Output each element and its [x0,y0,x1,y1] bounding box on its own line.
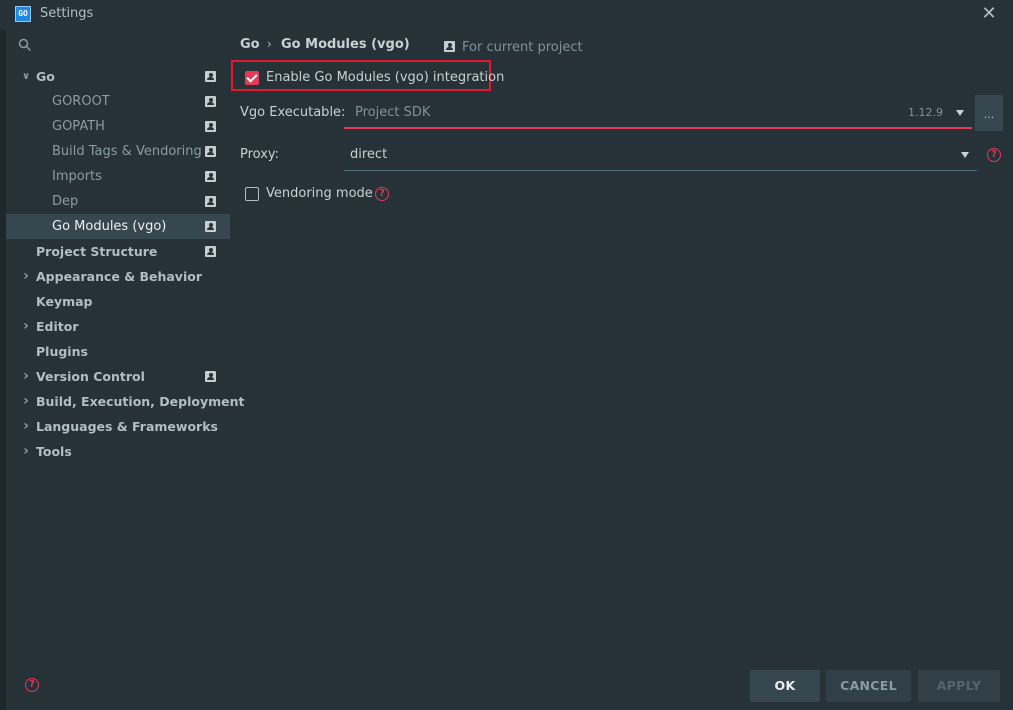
sidebar-item-label: Dep [52,194,79,209]
sidebar-item-label: Build Tags & Vendoring [52,144,202,159]
window-title: Settings [40,6,94,21]
sidebar-item[interactable]: › Editor [6,314,230,339]
cancel-button[interactable]: CANCEL [826,670,911,702]
enable-vgo-checkbox[interactable] [245,71,259,85]
sidebar-item[interactable]: GOROOT [6,89,230,114]
chevron-right-icon[interactable]: › [20,314,32,339]
sidebar-item-label: Go Modules (vgo) [52,219,167,234]
project-scope-icon [205,121,216,132]
sidebar-item[interactable]: Go Modules (vgo) [6,214,230,239]
project-scope-icon [205,246,216,257]
sidebar-item-label: Imports [52,169,102,184]
proxy-help-icon[interactable]: ? [987,148,1001,162]
chevron-right-icon[interactable]: › [20,414,32,439]
sidebar-item[interactable]: ∨ Go [6,64,230,89]
chevron-down-icon[interactable]: ∨ [20,64,32,89]
settings-search-input[interactable] [36,35,226,55]
chevron-down-icon[interactable] [961,152,969,158]
chevron-right-icon[interactable]: › [20,389,32,414]
sidebar-item-label: GOROOT [52,94,110,109]
sidebar-item-label: GOPATH [52,119,105,134]
browse-button[interactable]: ... [975,95,1003,131]
sidebar-item-label: Build, Execution, Deployment [36,394,245,409]
chevron-down-icon[interactable] [956,110,964,116]
chevron-right-icon[interactable]: › [20,364,32,389]
vgo-executable-label: Vgo Executable: [240,105,346,120]
sidebar-item[interactable]: Plugins [6,339,230,364]
sidebar-item[interactable]: Build Tags & Vendoring [6,139,230,164]
breadcrumb-parent[interactable]: Go [240,37,260,52]
close-icon[interactable]: ✕ [980,4,998,24]
sidebar-item[interactable]: GOPATH [6,114,230,139]
ok-button[interactable]: OK [750,670,820,702]
project-scope-icon [205,196,216,207]
sidebar-item[interactable]: Keymap [6,289,230,314]
sidebar-item[interactable]: › Languages & Frameworks [6,414,230,439]
scope-label: For current project [462,40,583,55]
project-scope-icon [205,146,216,157]
sidebar-item-label: Keymap [36,294,93,309]
chevron-right-icon[interactable]: › [20,439,32,464]
sidebar-item-label: Go [36,69,55,84]
sdk-version: 1.12.9 [908,106,943,119]
sidebar-item[interactable]: › Build, Execution, Deployment [6,389,244,414]
project-scope-icon [205,171,216,182]
apply-button[interactable]: APPLY [918,670,1000,702]
sidebar-item-label: Languages & Frameworks [36,419,218,434]
breadcrumb-separator: › [267,37,272,51]
project-scope-icon [444,41,455,52]
project-scope-icon [205,96,216,107]
goland-app-icon: GO [15,6,31,22]
dialog-help-icon[interactable]: ? [25,678,39,692]
proxy-combo[interactable]: direct [344,141,977,171]
proxy-value: direct [350,147,388,162]
enable-vgo-label[interactable]: Enable Go Modules (vgo) integration [266,70,504,85]
sidebar-item[interactable]: Imports [6,164,230,189]
sidebar-item[interactable]: › Appearance & Behavior [6,264,230,289]
sidebar-item-label: Version Control [36,369,145,384]
vendoring-mode-label[interactable]: Vendoring mode [266,186,373,201]
sidebar-item-label: Appearance & Behavior [36,269,202,284]
project-scope-icon [205,71,216,82]
vgo-executable-value: Project SDK [355,105,431,120]
settings-sidebar: ∨ Go GOROOT GOPATH Build Tags & Vendoring Imp… [6,30,244,710]
search-icon [18,38,32,52]
project-scope-icon [205,371,216,382]
sidebar-item-label: Editor [36,319,79,334]
vendoring-mode-checkbox[interactable] [245,187,259,201]
vgo-executable-combo[interactable]: Project SDK 1.12.9 [344,99,972,129]
sidebar-item-label: Plugins [36,344,88,359]
page-title: Go Modules (vgo) [281,37,410,52]
chevron-right-icon[interactable]: › [20,264,32,289]
sidebar-item[interactable]: Dep [6,189,230,214]
vendoring-help-icon[interactable]: ? [375,187,389,201]
title-bar: GO Settings ✕ [0,0,1013,30]
sidebar-item-label: Tools [36,444,72,459]
project-scope-icon [205,221,216,232]
proxy-label: Proxy: [240,147,280,162]
sidebar-item[interactable]: › Version Control [6,364,230,389]
sidebar-item[interactable]: › Tools [6,439,230,464]
sidebar-item-label: Project Structure [36,244,158,259]
sidebar-item[interactable]: Project Structure [6,239,230,264]
